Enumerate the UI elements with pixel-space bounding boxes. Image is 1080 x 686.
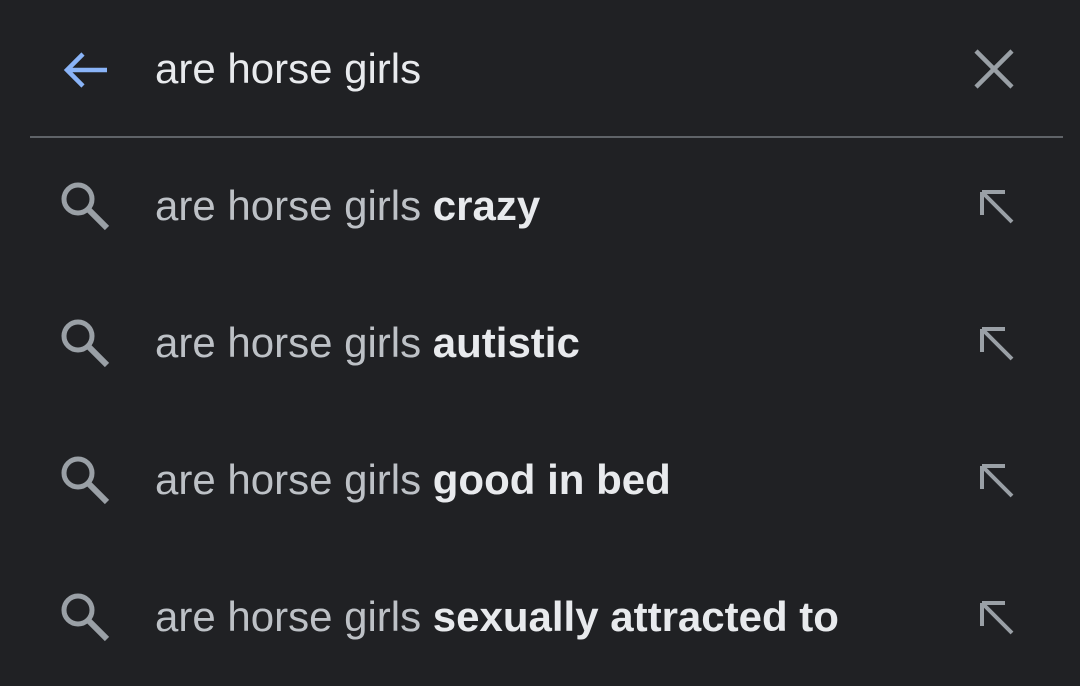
search-input[interactable]: are horse girls [155,40,421,98]
search-icon [61,319,110,368]
clear-button[interactable] [965,40,1023,98]
arrow-up-left-icon [980,601,1014,635]
arrow-up-left-icon [980,464,1014,498]
suggestion-prefix: are horse girls [155,319,433,366]
suggestion-item[interactable]: are horse girls crazy [0,138,1080,275]
arrow-up-left-icon [980,190,1014,224]
suggestion-completion: autistic [432,319,580,366]
close-icon [974,49,1014,89]
suggestion-prefix: are horse girls [155,456,433,503]
arrow-up-left-icon [980,327,1014,361]
suggestion-text: are horse girls crazy [155,177,540,235]
search-bar: are horse girls [0,0,1080,137]
search-icon [61,456,110,505]
back-button[interactable] [55,44,115,96]
fill-query-button[interactable] [968,589,1024,645]
suggestion-item[interactable]: are horse girls good in bed [0,412,1080,549]
suggestion-text: are horse girls good in bed [155,451,671,509]
arrow-back-icon [63,52,107,88]
suggestion-completion: sexually attracted to [432,593,839,640]
fill-query-button[interactable] [968,315,1024,371]
suggestion-prefix: are horse girls [155,593,433,640]
fill-query-button[interactable] [968,452,1024,508]
suggestion-item[interactable]: are horse girls autistic [0,275,1080,412]
suggestion-item[interactable]: are horse girls sexually attracted to [0,549,1080,686]
suggestion-completion: good in bed [432,456,671,503]
suggestion-prefix: are horse girls [155,182,433,229]
suggestion-completion: crazy [432,182,541,229]
search-icon [61,182,110,231]
fill-query-button[interactable] [968,178,1024,234]
suggestion-text: are horse girls autistic [155,314,580,372]
